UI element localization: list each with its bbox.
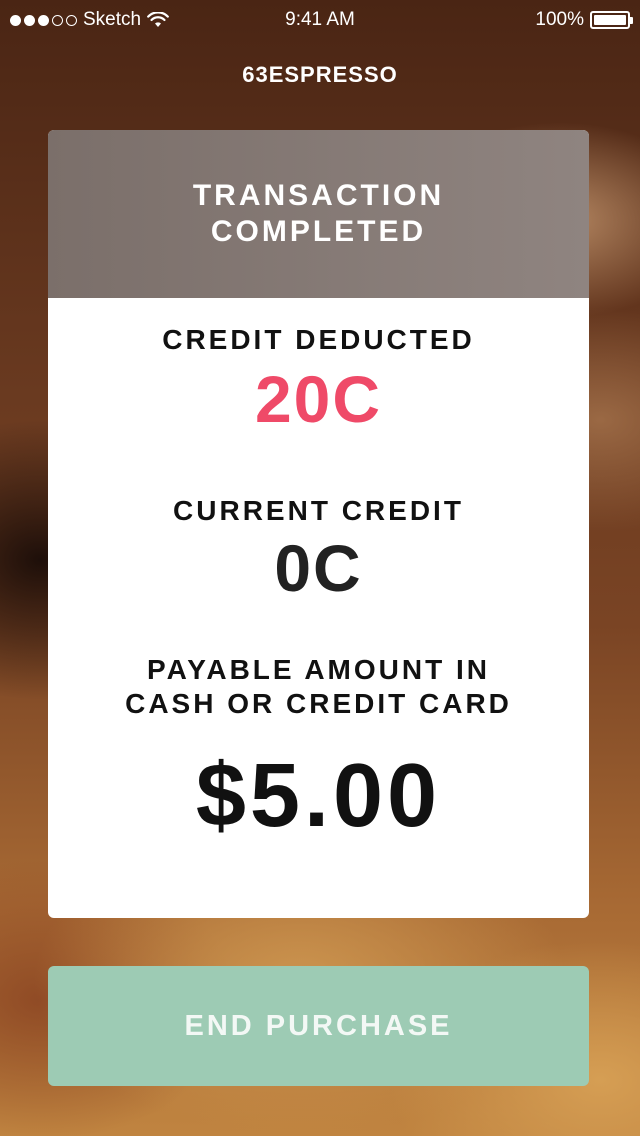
transaction-status-text: TRANSACTION COMPLETED <box>192 179 445 248</box>
transaction-details: CREDIT DEDUCTED 20C CURRENT CREDIT 0C PA… <box>48 323 589 851</box>
payable-amount-value: $5.00 <box>195 746 442 846</box>
end-purchase-button[interactable]: END PURCHASE <box>48 966 589 1086</box>
current-credit-value: 0C <box>274 531 363 605</box>
end-purchase-label: END PURCHASE <box>184 1009 453 1042</box>
payable-amount-label: PAYABLE AMOUNT IN CASH OR CREDIT CARD <box>125 654 512 719</box>
carrier-name: Sketch <box>83 9 142 30</box>
app-title: 63ESPRESSO <box>242 62 398 87</box>
battery-percentage: 100% <box>535 9 584 30</box>
credit-deducted-value: 20C <box>254 362 383 436</box>
signal-strength-icon <box>10 14 77 26</box>
status-bar: Sketch 9:41 AM 100% <box>0 0 640 40</box>
battery-icon <box>590 11 633 29</box>
credit-deducted-label: CREDIT DEDUCTED <box>162 324 475 355</box>
wifi-icon <box>147 12 169 27</box>
current-credit-label: CURRENT CREDIT <box>173 495 464 526</box>
transaction-card: TRANSACTION COMPLETED CREDIT DEDUCTED 20… <box>48 130 589 918</box>
status-right: 100% <box>410 9 633 31</box>
status-left: Sketch <box>10 9 230 31</box>
status-time: 9:41 AM <box>285 9 355 30</box>
transaction-status-header: TRANSACTION COMPLETED <box>48 130 589 298</box>
